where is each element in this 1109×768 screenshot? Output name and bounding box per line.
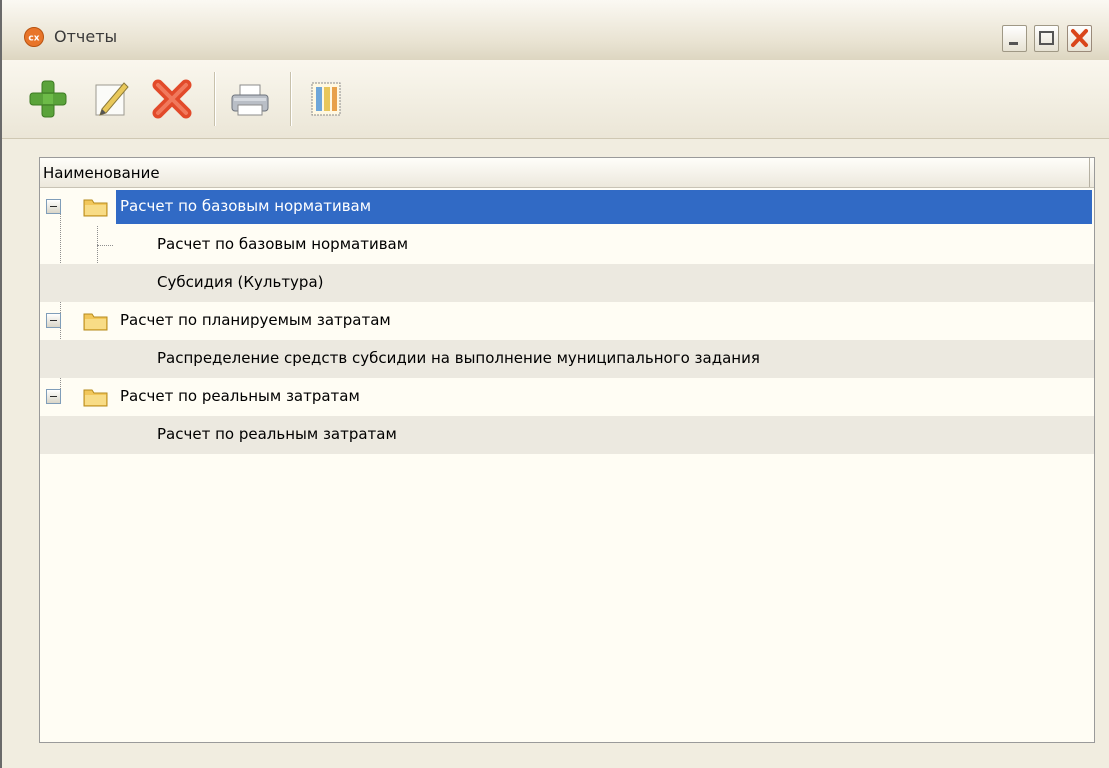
collapse-toggle[interactable]: [46, 199, 61, 214]
title-bar[interactable]: cx Отчеты: [2, 0, 1109, 61]
close-icon: [1071, 29, 1088, 47]
tree-group-label: Расчет по базовым нормативам: [118, 197, 374, 215]
tree-leaf-label: Расчет по реальным затратам: [157, 425, 397, 443]
edit-button[interactable]: [88, 75, 136, 123]
column-settings-button[interactable]: [302, 75, 350, 123]
collapse-toggle[interactable]: [46, 389, 61, 404]
tree-leaf-label: Распределение средств субсидии на выполн…: [157, 349, 760, 367]
tree-leaf-label: Субсидия (Культура): [157, 273, 324, 291]
minimize-button[interactable]: [1002, 25, 1027, 52]
delete-x-icon: [152, 79, 192, 119]
column-settings-icon: [311, 82, 341, 116]
tree-leaf-row[interactable]: Субсидия (Культура): [40, 264, 1094, 302]
tree-leaf-row[interactable]: Распределение средств субсидии на выполн…: [40, 340, 1094, 378]
plus-icon: [29, 80, 67, 118]
tree-group-row[interactable]: Расчет по планируемым затратам: [40, 302, 1094, 340]
svg-text:cx: cx: [28, 34, 39, 44]
print-button[interactable]: [226, 75, 274, 123]
toolbar-separator: [214, 72, 216, 126]
print-icon: [231, 84, 269, 116]
collapse-toggle[interactable]: [46, 313, 61, 328]
minimize-icon: [1009, 42, 1018, 45]
reports-window: cx Отчеты Наименование Расчет по базовым…: [0, 0, 1109, 768]
tree-group-label: Расчет по планируемым затратам: [120, 311, 391, 329]
tree-leaf-row[interactable]: Расчет по базовым нормативам: [40, 226, 1094, 264]
column-header-name[interactable]: Наименование: [40, 158, 1094, 188]
reports-tree[interactable]: Наименование Расчет по базовым норматива…: [39, 157, 1095, 743]
folder-icon: [83, 199, 108, 217]
window-title: Отчеты: [54, 27, 118, 46]
tree-group-label: Расчет по реальным затратам: [120, 387, 360, 405]
tree-leaf-label: Расчет по базовым нормативам: [157, 235, 409, 253]
toolbar-separator: [290, 72, 292, 126]
folder-icon: [83, 389, 108, 407]
close-button[interactable]: [1067, 25, 1092, 52]
delete-button[interactable]: [148, 75, 196, 123]
column-header-label: Наименование: [43, 164, 160, 182]
app-logo-icon: cx: [24, 27, 44, 47]
tree-group-row[interactable]: Расчет по реальным затратам: [40, 378, 1094, 416]
maximize-button[interactable]: [1034, 25, 1059, 52]
tree-group-row[interactable]: Расчет по базовым нормативам: [40, 188, 1094, 226]
maximize-icon: [1039, 31, 1054, 45]
tree-leaf-row[interactable]: Расчет по реальным затратам: [40, 416, 1094, 454]
edit-pencil-icon: [95, 82, 129, 116]
column-header-end: [1089, 158, 1094, 187]
folder-icon: [83, 313, 108, 331]
toolbar: [2, 60, 1109, 139]
add-button[interactable]: [24, 75, 72, 123]
